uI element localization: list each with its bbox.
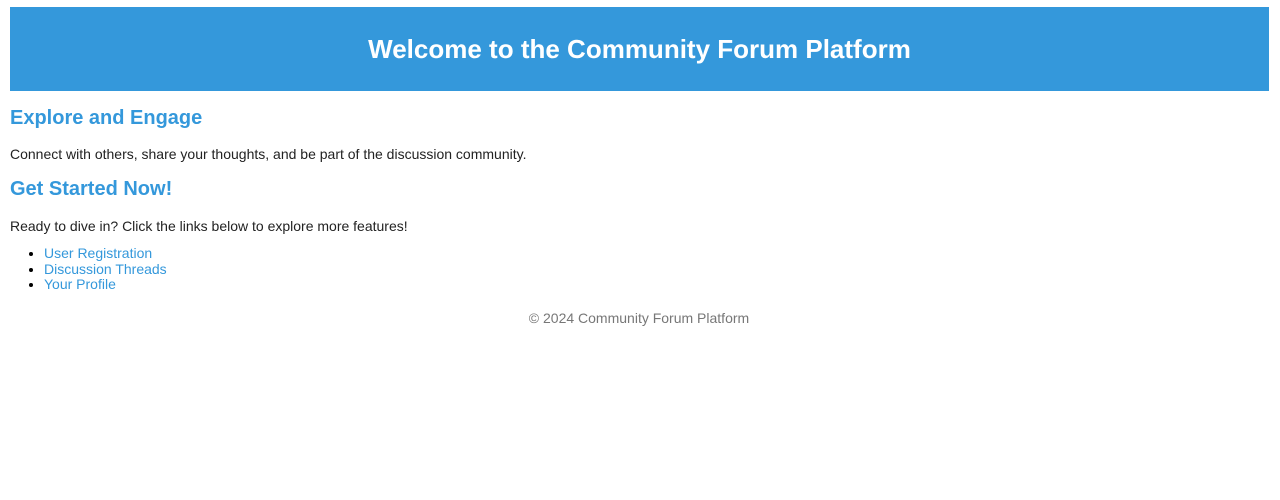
user-registration-link[interactable]: User Registration xyxy=(44,245,152,261)
section-text-explore: Connect with others, share your thoughts… xyxy=(10,146,527,162)
section-text-get-started: Ready to dive in? Click the links below … xyxy=(10,218,408,234)
list-item: Discussion Threads xyxy=(44,261,167,278)
section-heading-get-started: Get Started Now! xyxy=(10,178,173,200)
header-banner: Welcome to the Community Forum Platform xyxy=(10,7,1269,91)
section-heading-explore: Explore and Engage xyxy=(10,107,203,129)
list-item: User Registration xyxy=(44,245,167,262)
feature-links-list: User Registration Discussion Threads You… xyxy=(10,245,167,293)
page: Welcome to the Community Forum Platform … xyxy=(0,0,1280,500)
footer-copyright: © 2024 Community Forum Platform xyxy=(528,310,750,326)
page-title: Welcome to the Community Forum Platform xyxy=(368,33,911,64)
your-profile-link[interactable]: Your Profile xyxy=(44,276,116,292)
list-item: Your Profile xyxy=(44,276,167,293)
discussion-threads-link[interactable]: Discussion Threads xyxy=(44,261,167,277)
